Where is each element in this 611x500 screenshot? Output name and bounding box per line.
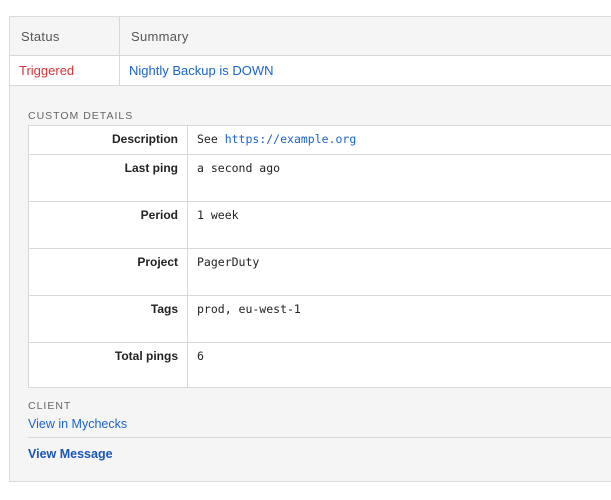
detail-key: Last ping [29,155,188,201]
detail-key: Tags [29,296,188,342]
detail-key: Description [29,126,188,154]
incident-summary-link[interactable]: Nightly Backup is DOWN [129,63,273,78]
detail-value: a second ago [197,161,281,175]
detail-row-project: Project PagerDuty [29,249,611,296]
view-in-mychecks-link[interactable]: View in Mychecks [28,417,127,431]
detail-value: PagerDuty [197,255,260,269]
view-message-link[interactable]: View Message [28,447,113,461]
table-header: Status Summary [10,17,611,56]
detail-row-total-pings: Total pings 6 [29,343,611,388]
detail-key: Period [29,202,188,248]
detail-row-last-ping: Last ping a second ago [29,155,611,202]
status-badge: Triggered [10,56,120,85]
detail-row-description: Description See https://example.org [29,126,611,155]
detail-value: 6 [197,349,204,363]
detail-row-tags: Tags prod, eu-west-1 [29,296,611,343]
custom-details-table: Description See https://example.org Last… [28,125,611,388]
detail-value: 1 week [197,208,239,222]
incident-card: Status Summary Triggered Nightly Backup … [9,16,611,482]
detail-value: See https://example.org [197,132,356,146]
client-title: CLIENT [28,400,72,412]
detail-value: prod, eu-west-1 [197,302,301,316]
detail-row-period: Period 1 week [29,202,611,249]
table-row: Triggered Nightly Backup is DOWN [10,56,611,86]
custom-details-title: CUSTOM DETAILS [28,110,134,122]
status-column-header: Status [10,17,120,55]
description-link[interactable]: https://example.org [225,132,357,146]
detail-key: Project [29,249,188,295]
detail-key: Total pings [29,343,188,388]
divider [28,437,611,438]
description-prefix: See [197,132,225,146]
